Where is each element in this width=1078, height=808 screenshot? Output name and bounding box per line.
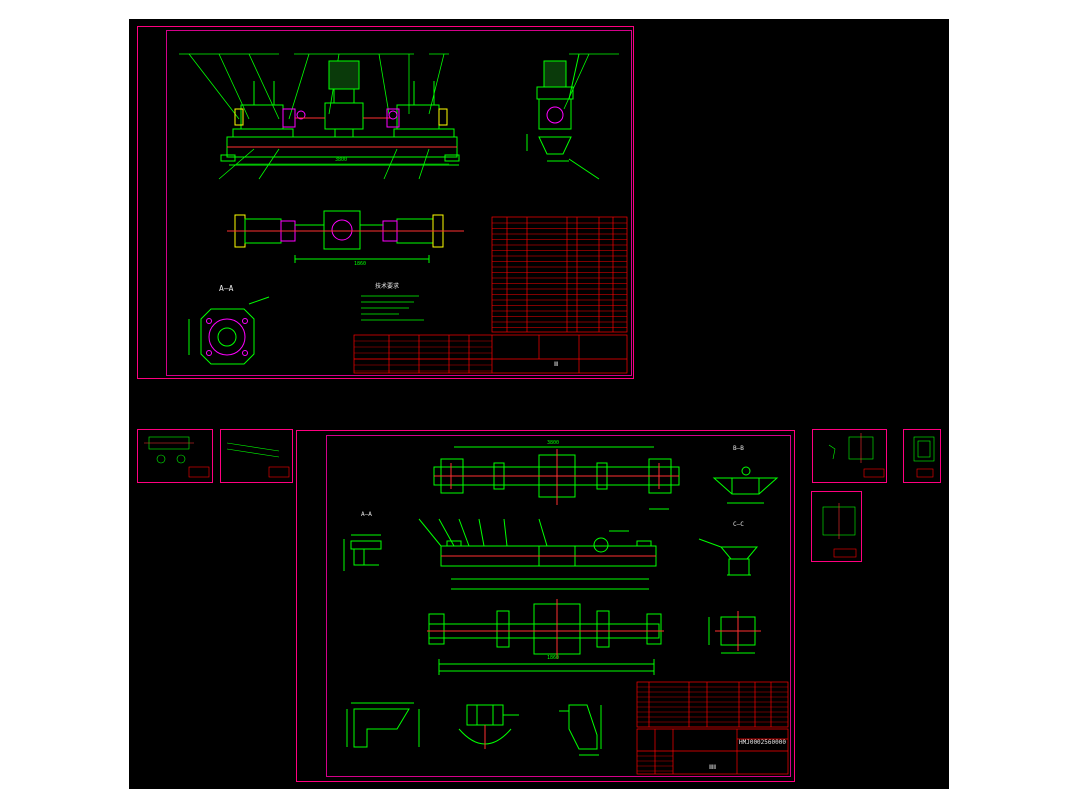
- thumb-sheet-1[interactable]: [137, 429, 213, 483]
- sheet-base-frame-frame: [326, 435, 791, 777]
- sheet2-dim-overall: 3800: [547, 440, 560, 446]
- sheet2-title-block-label: ⅢⅡ: [709, 764, 717, 771]
- sheet2-drawing-number: HMJ0002560000: [739, 739, 786, 746]
- sheet2-view-c: C—C: [733, 521, 744, 528]
- sheet1-section-label: A—A: [219, 284, 234, 293]
- sheet1-title-block-label: Ⅲ: [554, 361, 559, 368]
- sheet2-view-a: A—A: [361, 511, 372, 518]
- thumb-sheet-5[interactable]: [811, 491, 862, 562]
- sheet1-tech-notes-title: 技术要求: [375, 283, 400, 290]
- cad-model-space[interactable]: A—A 技术要求 3800 1860 Ⅲ B—B C—C A—A 3800 18…: [129, 19, 949, 789]
- sheet1-dim-overall: 3800: [335, 157, 348, 163]
- thumb-sheet-4[interactable]: [903, 429, 941, 483]
- sheet2-view-b: B—B: [733, 445, 744, 452]
- thumb-sheet-3[interactable]: [812, 429, 887, 483]
- thumb-sheet-2[interactable]: [220, 429, 293, 483]
- sheet2-dim-plan: 1860: [547, 655, 560, 661]
- sheet1-dim-plan: 1860: [354, 261, 367, 267]
